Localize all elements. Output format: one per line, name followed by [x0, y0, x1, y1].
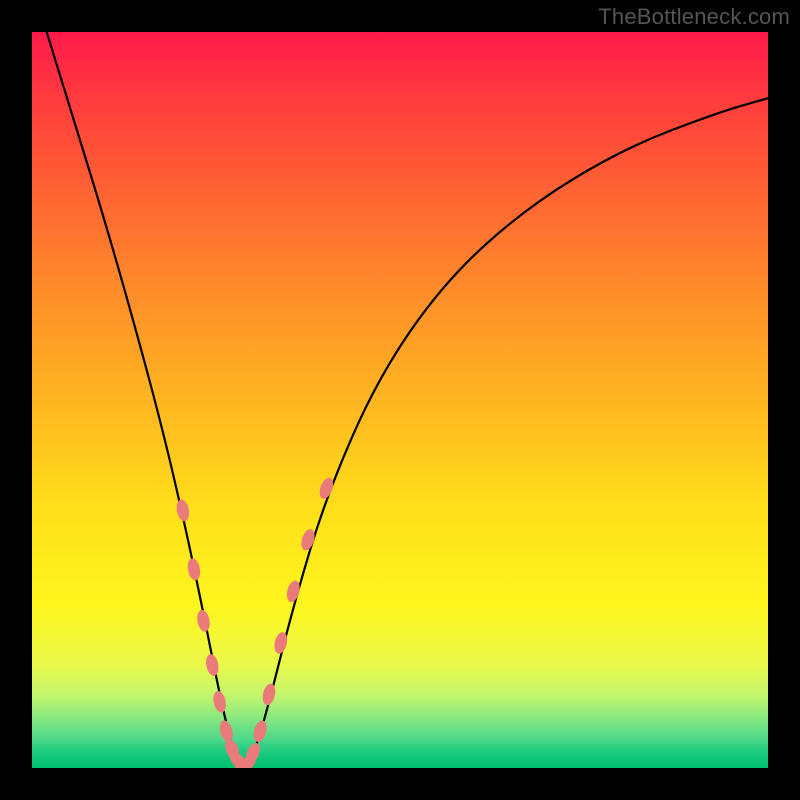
- highlight-dot: [212, 690, 228, 714]
- highlight-dot: [261, 682, 278, 706]
- highlight-dot: [186, 557, 202, 581]
- bottleneck-curve: [47, 32, 768, 764]
- highlight-dot: [204, 653, 220, 677]
- highlight-dot: [218, 719, 235, 743]
- highlight-dot: [175, 498, 191, 522]
- highlight-dot: [317, 476, 336, 501]
- highlight-dot: [196, 609, 212, 633]
- watermark-text: TheBottleneck.com: [598, 4, 790, 30]
- highlight-dots: [175, 476, 336, 768]
- chart-frame: TheBottleneck.com: [0, 0, 800, 800]
- curve-layer: [32, 32, 768, 768]
- highlight-dot: [251, 719, 268, 743]
- plot-area: [32, 32, 768, 768]
